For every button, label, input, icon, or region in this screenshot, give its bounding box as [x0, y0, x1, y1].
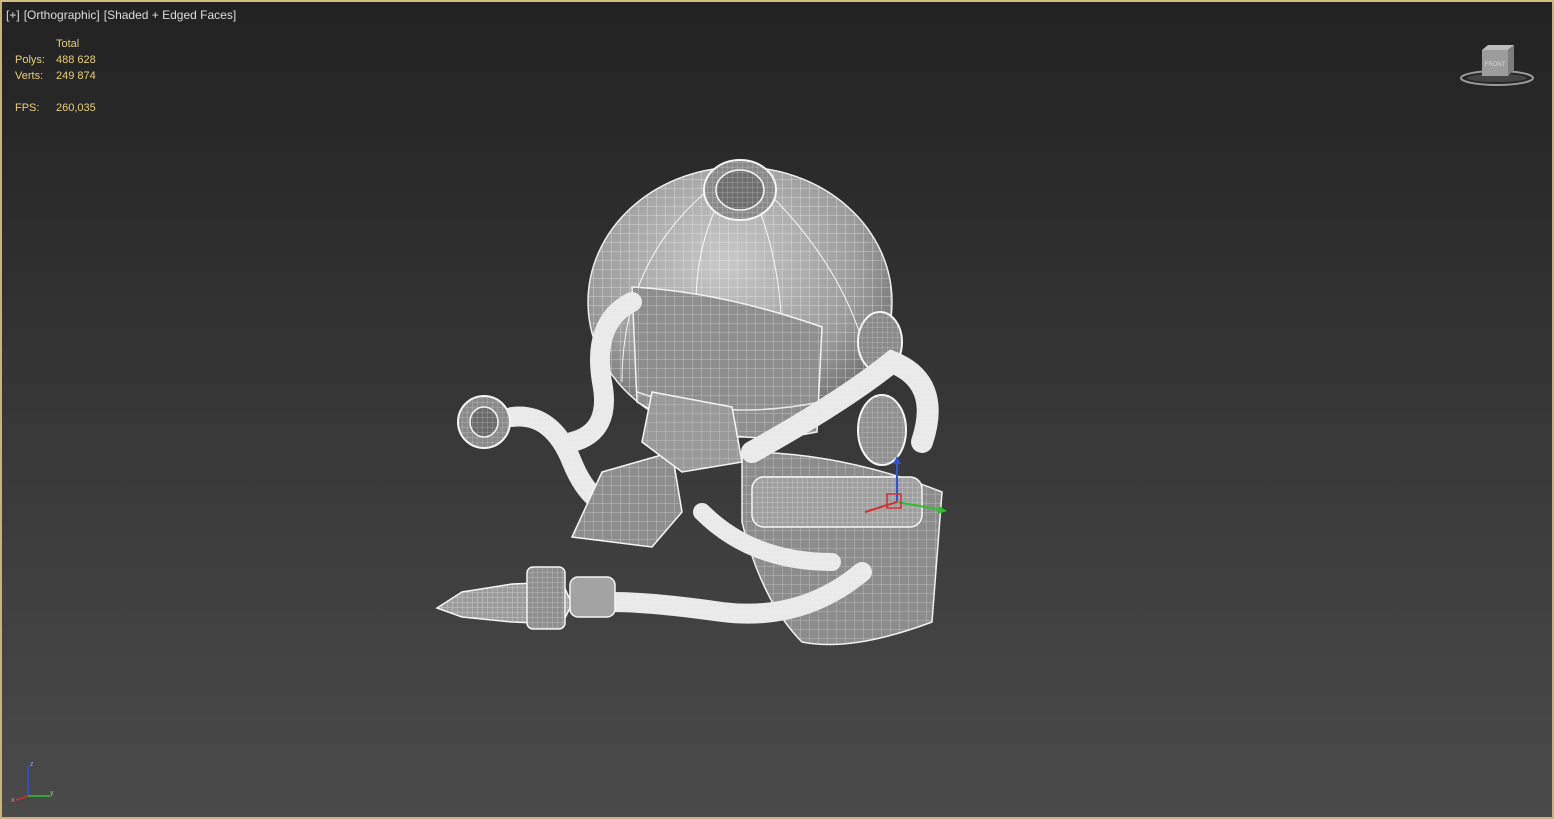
- helmet-nozzle[interactable]: [435, 566, 616, 630]
- verts-label: Verts:: [15, 70, 44, 82]
- viewport-view-menu[interactable]: [Orthographic]: [24, 8, 100, 22]
- fps-value: 260,035: [56, 102, 96, 114]
- transform-gizmo[interactable]: [857, 452, 952, 527]
- gizmo-plane-handle[interactable]: [886, 493, 902, 509]
- viewcube[interactable]: FRONT: [1458, 40, 1536, 90]
- viewport-label-menu[interactable]: [+] [Orthographic] [Shaded + Edged Faces]: [6, 8, 240, 22]
- polys-label: Polys:: [15, 54, 45, 66]
- verts-value: 249 874: [56, 70, 96, 82]
- viewport-shading-menu[interactable]: [Shaded + Edged Faces]: [104, 8, 236, 22]
- gizmo-y-axis[interactable]: [896, 501, 943, 511]
- tripod-y-label: y: [50, 790, 54, 797]
- tripod-z-label: z: [30, 761, 34, 768]
- viewport-plus-menu[interactable]: [+]: [6, 8, 20, 22]
- tripod-x-axis: [15, 795, 29, 801]
- gizmo-x-axis[interactable]: [864, 501, 898, 513]
- gizmo-y-arrow[interactable]: [938, 506, 947, 514]
- tripod-x-label: x: [11, 797, 15, 804]
- axis-tripod: z y x: [11, 761, 54, 804]
- viewcube-face-label: FRONT: [1485, 62, 1506, 68]
- fps-label: FPS:: [15, 102, 40, 114]
- stats-header: Total: [56, 38, 80, 50]
- gizmo-z-arrow[interactable]: [893, 456, 901, 464]
- polys-value: 488 628: [56, 54, 96, 66]
- helmet-top-port[interactable]: [703, 159, 777, 221]
- viewport-orthographic[interactable]: [+] [Orthographic] [Shaded + Edged Faces] …: [0, 0, 1554, 819]
- helmet-mesh[interactable]: [422, 152, 1002, 662]
